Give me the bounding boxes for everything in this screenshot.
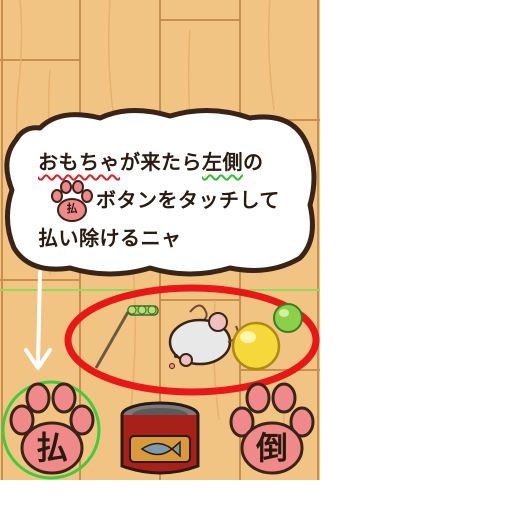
green-ball	[273, 303, 303, 333]
swipe-button-label: 払	[35, 429, 68, 467]
tutorial-line-3: 払い除けるニャ	[38, 219, 298, 257]
tutorial-text: おもちゃが来たら左側の ボタンをタッチして 払い除けるニャ	[38, 143, 298, 257]
tutorial-line-3-text: 払い除けるニャ	[38, 226, 182, 250]
word-left-side: 左側	[202, 150, 243, 174]
knock-over-button-label: 倒	[255, 429, 288, 467]
paw-icon-label: 払	[66, 202, 78, 215]
game-screen: おもちゃが来たら左側の ボタンをタッチして 払い除けるニャ 払 払 倒	[0, 0, 320, 480]
yellow-ball	[231, 321, 281, 371]
tutorial-line-1: おもちゃが来たら左側の	[38, 143, 298, 181]
cat-food-can[interactable]	[120, 401, 200, 475]
word-toys: おもちゃ	[38, 150, 120, 174]
word-when-come: が来たら	[120, 150, 202, 174]
word-no: の	[243, 150, 264, 174]
tutorial-line-2-text: ボタンをタッチして	[96, 188, 280, 212]
